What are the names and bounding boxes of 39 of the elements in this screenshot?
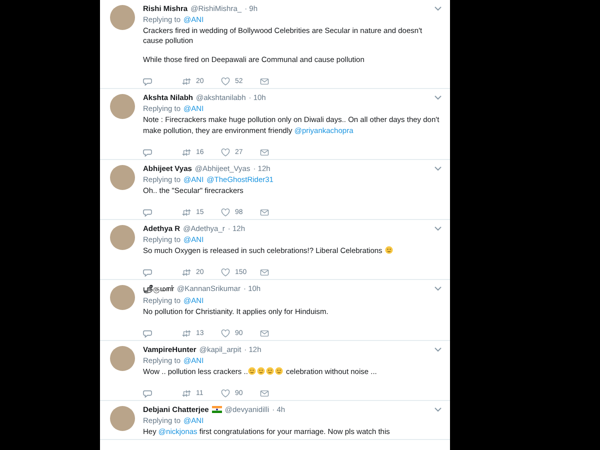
avatar[interactable] [110, 164, 135, 190]
retweet-icon[interactable] [182, 329, 191, 338]
chevron-icon[interactable] [434, 226, 442, 231]
reply-icon[interactable] [143, 329, 152, 338]
heart-icon[interactable] [221, 77, 230, 86]
heart-icon[interactable] [221, 148, 230, 157]
envelope-icon[interactable] [260, 329, 269, 338]
reply-icon[interactable] [143, 268, 152, 277]
heart-icon[interactable] [221, 329, 230, 338]
envelope-icon[interactable] [260, 389, 269, 398]
retweet-icon[interactable] [182, 268, 191, 277]
avatar[interactable] [110, 284, 135, 310]
chevron-icon[interactable] [434, 407, 442, 412]
avatar[interactable] [110, 5, 135, 30]
envelope-icon[interactable] [260, 268, 269, 277]
retweet-icon[interactable] [182, 208, 191, 217]
reply-icon[interactable] [143, 148, 152, 157]
chevron-icon[interactable] [434, 166, 442, 171]
avatar[interactable] [110, 346, 135, 371]
retweet-icon[interactable] [182, 148, 191, 157]
envelope-icon[interactable] [260, 77, 269, 86]
retweet-icon[interactable] [182, 389, 191, 398]
chevron-icon[interactable] [434, 6, 442, 11]
reply-icon[interactable] [143, 77, 152, 86]
envelope-icon[interactable] [260, 208, 269, 217]
heart-icon[interactable] [221, 389, 230, 398]
reply-icon[interactable] [143, 208, 152, 217]
chevron-icon[interactable] [434, 347, 442, 352]
avatar[interactable] [110, 406, 135, 432]
emoji-icon [384, 246, 393, 254]
chevron-icon[interactable] [434, 95, 442, 100]
chevron-icon[interactable] [434, 286, 442, 292]
avatar[interactable] [110, 224, 135, 250]
retweet-icon[interactable] [182, 77, 191, 86]
envelope-icon[interactable] [260, 148, 269, 157]
avatar[interactable] [110, 94, 135, 120]
heart-icon[interactable] [221, 268, 230, 277]
reply-icon[interactable] [143, 389, 152, 398]
heart-icon[interactable] [221, 208, 230, 217]
